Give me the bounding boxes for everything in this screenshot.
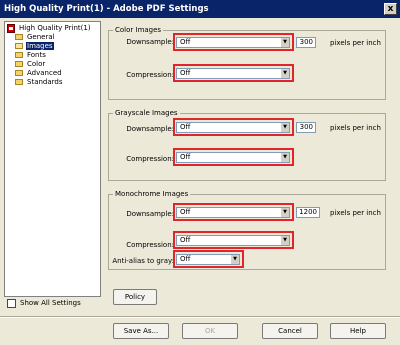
tree-item-fonts[interactable]: Fonts: [15, 51, 47, 60]
gray-downsample-label: Downsample:: [126, 125, 174, 133]
folder-icon: [15, 52, 23, 58]
color-downsample-label: Downsample:: [126, 38, 174, 46]
highlight-box: [173, 231, 294, 249]
close-button[interactable]: x: [384, 3, 397, 15]
folder-icon: [15, 34, 23, 40]
save-as-button[interactable]: Save As...: [113, 323, 169, 339]
gray-ppi-input[interactable]: 300: [296, 122, 316, 133]
highlight-box: [173, 33, 294, 51]
show-all-settings-label: Show All Settings: [20, 299, 81, 307]
highlight-box: [173, 203, 294, 221]
tree-item-general[interactable]: General: [15, 33, 56, 42]
folder-icon: [15, 70, 23, 76]
color-ppi-input[interactable]: 300: [296, 37, 316, 48]
separator: [0, 316, 400, 318]
help-button[interactable]: Help: [330, 323, 386, 339]
color-ppi-unit: pixels per inch: [330, 39, 381, 47]
highlight-box: [173, 250, 244, 268]
show-all-settings-checkbox[interactable]: [7, 299, 16, 308]
window-title: High Quality Print(1) - Adobe PDF Settin…: [4, 4, 209, 14]
tree-item-images[interactable]: Images: [15, 42, 54, 51]
ok-button[interactable]: OK: [182, 323, 238, 339]
policy-button[interactable]: Policy: [113, 289, 157, 305]
tree-item-standards[interactable]: Standards: [15, 78, 64, 87]
group-title: Monochrome Images: [113, 190, 191, 199]
highlight-box: [173, 148, 294, 166]
mono-downsample-label: Downsample:: [126, 210, 174, 218]
tree-root[interactable]: High Quality Print(1): [18, 24, 92, 33]
group-title: Color Images: [113, 26, 164, 35]
folder-icon: [15, 61, 23, 67]
close-icon: x: [387, 4, 394, 14]
pdf-settings-icon: [7, 24, 15, 33]
mono-ppi-input[interactable]: 1200: [296, 207, 320, 218]
gray-ppi-unit: pixels per inch: [330, 124, 381, 132]
title-bar[interactable]: High Quality Print(1) - Adobe PDF Settin…: [0, 0, 400, 18]
tree-item-color[interactable]: Color: [15, 60, 46, 69]
mono-ppi-unit: pixels per inch: [330, 209, 381, 217]
cancel-button[interactable]: Cancel: [262, 323, 318, 339]
mono-compression-label: Compression:: [126, 241, 174, 249]
group-title: Grayscale Images: [113, 109, 180, 118]
tree-item-advanced[interactable]: Advanced: [15, 69, 63, 78]
mono-antialias-label: Anti-alias to gray:: [112, 257, 174, 265]
highlight-box: [173, 64, 294, 82]
highlight-box: [173, 118, 294, 136]
color-compression-label: Compression:: [126, 71, 174, 79]
gray-compression-label: Compression:: [126, 155, 174, 163]
folder-open-icon: [15, 43, 23, 49]
folder-icon: [15, 79, 23, 85]
settings-tree[interactable]: High Quality Print(1) General Images Fon…: [4, 21, 101, 297]
